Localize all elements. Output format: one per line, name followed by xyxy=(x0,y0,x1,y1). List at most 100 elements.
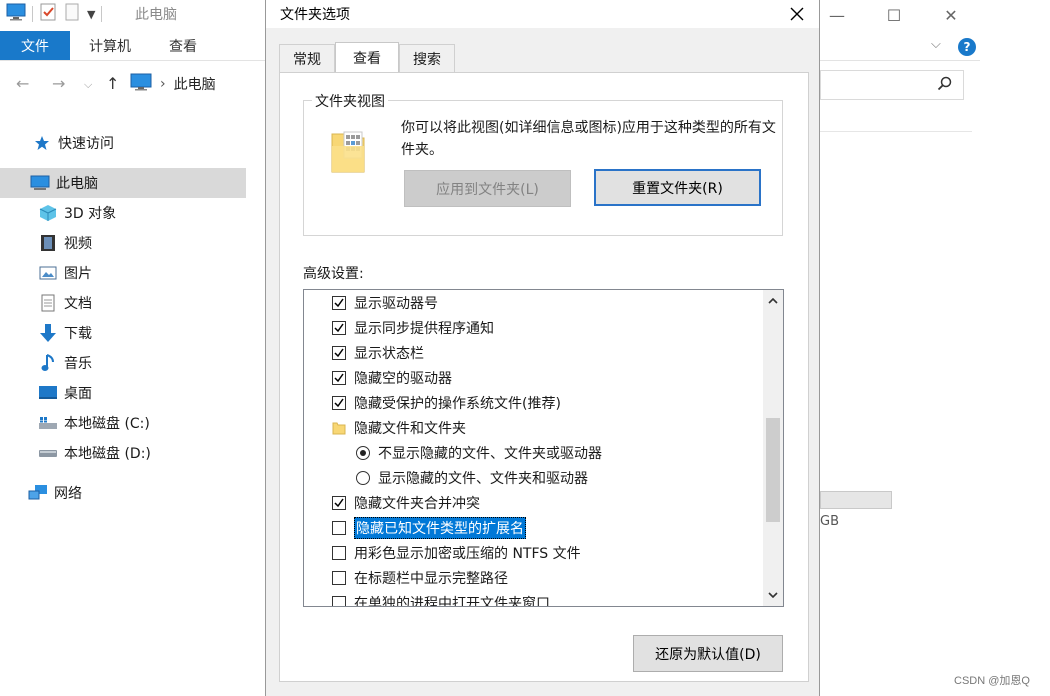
setting-label: 隐藏受保护的操作系统文件(推荐) xyxy=(354,395,561,412)
checkbox-checked[interactable] xyxy=(332,495,346,510)
up-arrow-icon[interactable]: ↑ xyxy=(106,74,119,93)
restore-defaults-button[interactable]: 还原为默认值(D) xyxy=(633,635,783,672)
customize-toolbar-dropdown-icon[interactable]: ▼ xyxy=(87,8,95,21)
nav-label: 视频 xyxy=(64,236,92,252)
checkbox-checked[interactable] xyxy=(332,320,346,335)
breadcrumb[interactable]: 此电脑 xyxy=(174,74,216,94)
document-icon xyxy=(38,293,58,313)
setting-label: 显示隐藏的文件、文件夹和驱动器 xyxy=(378,470,588,487)
setting-label: 在单独的进程中打开文件夹窗口 xyxy=(354,595,550,607)
setting-show-status-bar[interactable]: 显示状态栏 xyxy=(304,340,762,365)
maximize-button[interactable]: ☐ xyxy=(871,0,917,30)
quick-access-toolbar: ▼ xyxy=(6,3,103,25)
nav-item-3d-objects[interactable]: 3D 对象 xyxy=(0,198,246,228)
checkbox-checked[interactable] xyxy=(332,395,346,410)
close-icon[interactable] xyxy=(779,0,815,28)
setting-hide-extensions[interactable]: 隐藏已知文件类型的扩展名 xyxy=(304,515,762,540)
search-input[interactable] xyxy=(820,70,964,100)
nav-item-drive-d[interactable]: 本地磁盘 (D:) xyxy=(0,438,246,468)
apply-to-folders-button[interactable]: 应用到文件夹(L) xyxy=(404,170,571,207)
setting-separate-process[interactable]: 在单独的进程中打开文件夹窗口 xyxy=(304,590,762,607)
advanced-settings-label: 高级设置: xyxy=(303,266,364,282)
setting-hidden-files-group: 隐藏文件和文件夹 xyxy=(304,415,762,440)
computer-icon[interactable] xyxy=(6,3,26,25)
setting-show-hidden[interactable]: 显示隐藏的文件、文件夹和驱动器 xyxy=(304,465,762,490)
setting-hide-empty-drives[interactable]: 隐藏空的驱动器 xyxy=(304,365,762,390)
list-scrollbar[interactable] xyxy=(763,290,783,606)
back-arrow-icon[interactable]: ← xyxy=(16,74,29,93)
minimize-button[interactable]: — xyxy=(814,0,860,30)
nav-item-this-pc[interactable]: 此电脑 xyxy=(0,168,246,198)
ribbon-tab-file[interactable]: 文件 xyxy=(0,31,70,60)
music-note-icon xyxy=(38,353,58,373)
advanced-settings-list[interactable]: 显示驱动器号 显示同步提供程序通知 显示状态栏 隐藏空的驱动器 隐藏受保护的操作… xyxy=(303,289,784,607)
drive-icon xyxy=(38,443,58,463)
nav-item-desktop[interactable]: 桌面 xyxy=(0,378,246,408)
nav-item-downloads[interactable]: 下载 xyxy=(0,318,246,348)
setting-show-sync-provider[interactable]: 显示同步提供程序通知 xyxy=(304,315,762,340)
view-tab-panel: 文件夹视图 你可以将此视图(如详细信息或图标)应用于这种类型的所有文件夹。 应用… xyxy=(279,72,809,682)
scroll-down-chevron-icon[interactable] xyxy=(763,585,783,605)
ribbon-tab-view[interactable]: 查看 xyxy=(158,31,208,60)
recent-locations-chevron-icon[interactable]: ⌵ xyxy=(84,78,92,92)
setting-dont-show-hidden[interactable]: 不显示隐藏的文件、文件夹或驱动器 xyxy=(304,440,762,465)
scroll-up-chevron-icon[interactable] xyxy=(763,291,783,311)
new-folder-icon[interactable] xyxy=(63,3,81,25)
setting-label: 隐藏文件和文件夹 xyxy=(354,420,466,437)
checkbox-checked[interactable] xyxy=(332,370,346,385)
checkbox-unchecked[interactable] xyxy=(332,520,346,535)
nav-item-music[interactable]: 音乐 xyxy=(0,348,246,378)
setting-full-path-title[interactable]: 在标题栏中显示完整路径 xyxy=(304,565,762,590)
checkbox-unchecked[interactable] xyxy=(332,545,346,560)
scrollbar-thumb[interactable] xyxy=(766,418,780,522)
nav-label: 本地磁盘 (C:) xyxy=(64,416,150,432)
nav-item-drive-c[interactable]: 本地磁盘 (C:) xyxy=(0,408,246,438)
nav-label: 图片 xyxy=(64,266,92,282)
checkbox-unchecked[interactable] xyxy=(332,595,346,606)
reset-folders-button[interactable]: 重置文件夹(R) xyxy=(594,169,761,206)
video-icon xyxy=(38,233,58,253)
ribbon-tab-computer[interactable]: 计算机 xyxy=(80,31,140,60)
nav-item-quick-access[interactable]: 快速访问 xyxy=(0,128,246,158)
properties-icon[interactable] xyxy=(39,3,57,25)
radio-dot xyxy=(360,449,366,456)
nav-item-documents[interactable]: 文档 xyxy=(0,288,246,318)
nav-item-network[interactable]: 网络 xyxy=(0,478,246,508)
close-window-button[interactable]: ✕ xyxy=(928,0,974,30)
forward-arrow-icon[interactable]: → xyxy=(52,74,65,93)
help-icon[interactable]: ? xyxy=(958,38,976,56)
setting-hide-protected-os-files[interactable]: 隐藏受保护的操作系统文件(推荐) xyxy=(304,390,762,415)
radio-unselected[interactable] xyxy=(356,470,370,485)
breadcrumb-separator-icon: › xyxy=(160,76,166,92)
this-pc-icon xyxy=(130,73,152,95)
setting-label: 不显示隐藏的文件、文件夹或驱动器 xyxy=(378,445,602,462)
setting-hide-merge-conflicts[interactable]: 隐藏文件夹合并冲突 xyxy=(304,490,762,515)
setting-show-drive-letters[interactable]: 显示驱动器号 xyxy=(304,290,762,315)
folder-options-dialog: 文件夹选项 常规 查看 搜索 文件夹视图 你可以将此视图(如详细信息或图标)应用… xyxy=(265,0,820,696)
folder-view-icon xyxy=(330,128,366,178)
group-legend: 文件夹视图 xyxy=(312,91,388,111)
checkbox-checked[interactable] xyxy=(332,345,346,360)
this-pc-icon xyxy=(30,173,50,193)
setting-color-ntfs[interactable]: 用彩色显示加密或压缩的 NTFS 文件 xyxy=(304,540,762,565)
checkbox-unchecked[interactable] xyxy=(332,570,346,585)
drive-usage-bar xyxy=(820,491,892,509)
tab-general[interactable]: 常规 xyxy=(279,44,335,72)
setting-label: 显示驱动器号 xyxy=(354,295,438,312)
windows-drive-icon xyxy=(38,413,58,433)
checkbox-checked[interactable] xyxy=(332,295,346,310)
toolbar-separator xyxy=(101,6,103,22)
radio-selected[interactable] xyxy=(356,445,370,460)
setting-label: 在标题栏中显示完整路径 xyxy=(354,570,508,587)
nav-label: 快速访问 xyxy=(58,136,114,152)
tab-search[interactable]: 搜索 xyxy=(399,44,455,72)
nav-item-pictures[interactable]: 图片 xyxy=(0,258,246,288)
setting-label: 隐藏空的驱动器 xyxy=(354,370,452,387)
folder-views-description: 你可以将此视图(如详细信息或图标)应用于这种类型的所有文件夹。 xyxy=(401,120,776,158)
star-icon xyxy=(32,133,52,153)
expand-ribbon-icon[interactable]: ⌵ xyxy=(931,37,941,52)
nav-item-videos[interactable]: 视频 xyxy=(0,228,246,258)
cube-3d-icon xyxy=(38,203,58,223)
tab-view[interactable]: 查看 xyxy=(335,42,399,72)
nav-label: 本地磁盘 (D:) xyxy=(64,446,151,462)
